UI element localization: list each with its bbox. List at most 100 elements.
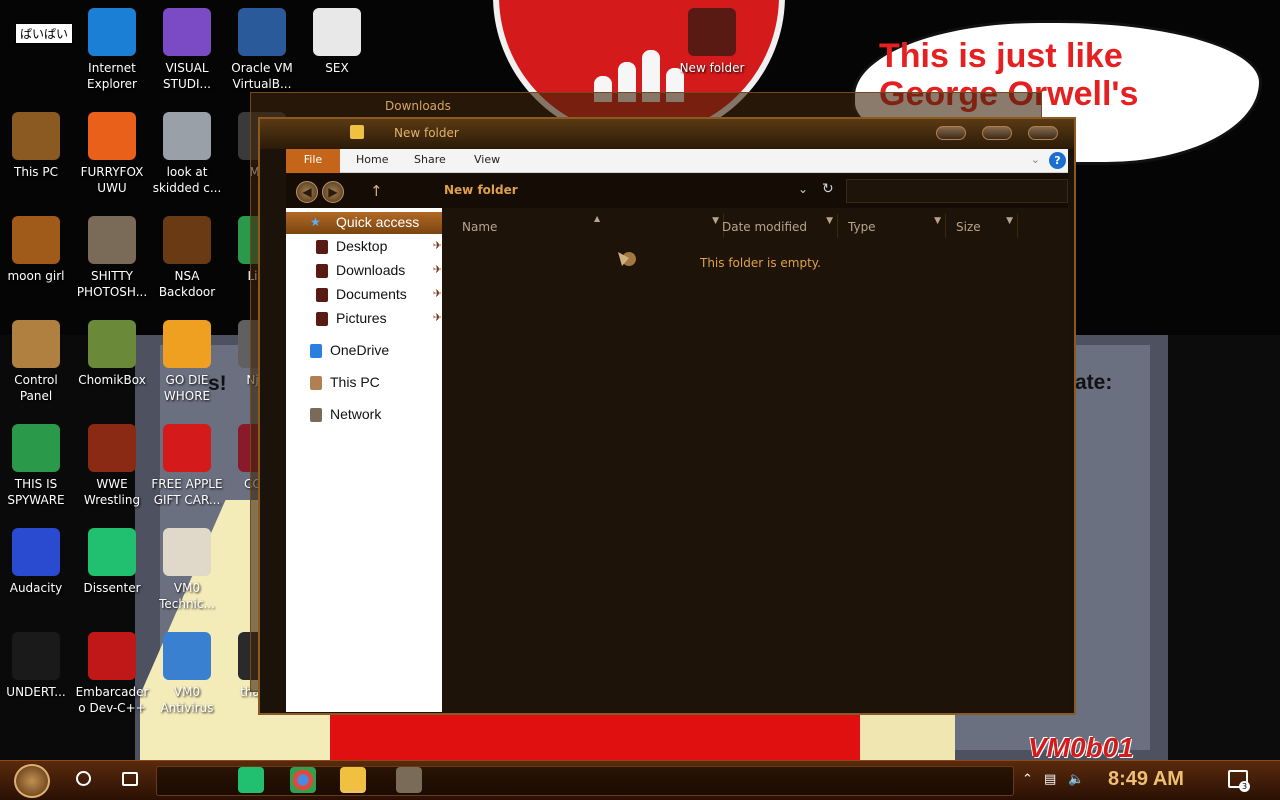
tab-home[interactable]: Home	[356, 153, 388, 166]
wallpaper-right	[1168, 335, 1280, 760]
nav-item-label: This PC	[330, 374, 380, 390]
folder-icon	[688, 8, 736, 56]
nav-item-network[interactable]: Network	[286, 404, 442, 426]
desktop-icon[interactable]: SEX	[299, 8, 375, 76]
nav-item-label: Network	[330, 406, 382, 422]
cloud-icon	[310, 344, 322, 358]
desktop-icon[interactable]: This PC	[0, 112, 74, 180]
desktop-icon[interactable]: FREE APPLE GIFT CAR...	[149, 424, 225, 508]
network-icon	[310, 408, 322, 422]
up-arrow-icon[interactable]: ↑	[370, 182, 383, 200]
desktop-icon[interactable]: WWE Wrestling	[74, 424, 150, 508]
nav-item-quick-access[interactable]: ★ Quick access	[286, 212, 442, 234]
task-view-icon[interactable]	[122, 772, 138, 786]
window-title: New folder	[394, 126, 459, 140]
name-tag: ぱいぱい	[15, 23, 74, 44]
column-header-type[interactable]: Type ▼	[840, 214, 946, 238]
desktop-icon[interactable]: Dissenter	[74, 528, 150, 596]
dissenter-taskbar-icon[interactable]	[238, 767, 264, 793]
help-button[interactable]: ?	[1049, 152, 1066, 169]
start-button[interactable]	[14, 764, 50, 798]
nav-item-label: Quick access	[336, 214, 420, 230]
back-button[interactable]: ◀	[296, 181, 318, 203]
desktop-icon-label: WWE Wrestling	[83, 477, 141, 507]
gimp-taskbar-icon[interactable]	[396, 767, 422, 793]
chat-icon	[88, 528, 136, 576]
wallpaper-red-shirt	[330, 712, 860, 760]
desktop-icon-label: GO DIE WHORE	[163, 373, 211, 403]
tray-expand-icon[interactable]: ⌃	[1022, 772, 1033, 787]
desktop-icon[interactable]: FURRYFOX UWU	[74, 112, 150, 196]
chrome-taskbar-icon[interactable]	[290, 767, 316, 793]
ribbon-collapse-icon[interactable]: ⌄	[1031, 153, 1040, 166]
file-list[interactable]: ▲ Name ▼ Date modified ▼ Type ▼ Size ▼ T…	[442, 208, 1068, 712]
desktop-icon[interactable]: New folder	[674, 8, 750, 76]
explorer-window[interactable]: New folder File Home Share View ⌄ ? ◀ ▶ …	[258, 117, 1076, 715]
navigation-pane: ★ Quick access Desktop ✈ Downloads ✈ Documents…	[286, 208, 442, 712]
nav-item-label: Documents	[336, 286, 407, 302]
maximize-button[interactable]	[982, 126, 1012, 140]
files-icon	[163, 112, 211, 160]
notification-count-badge: 3	[1239, 781, 1250, 792]
desktop-icon[interactable]: Control Panel	[0, 320, 74, 404]
desktop-icon[interactable]: NSA Backdoor	[149, 216, 225, 300]
desktop-icon[interactable]: Internet Explorer	[74, 8, 150, 92]
search-input[interactable]	[846, 179, 1068, 203]
desktop-icon[interactable]: GO DIE WHORE	[149, 320, 225, 404]
desktop-icon[interactable]: VISUAL STUDI...	[149, 8, 225, 92]
folder-icon	[316, 312, 328, 326]
desktop-icon-label: Embarcadero Dev-C++	[75, 685, 149, 715]
tab-view[interactable]: View	[474, 153, 500, 166]
tab-share[interactable]: Share	[414, 153, 446, 166]
nav-item-label: Downloads	[336, 262, 406, 278]
nav-item-this-pc[interactable]: This PC	[286, 372, 442, 394]
desktop-icon[interactable]: Embarcadero Dev-C++	[74, 632, 150, 716]
pin-icon[interactable]: ✈	[433, 263, 442, 276]
desktop-icon[interactable]: Oracle VM VirtualB...	[224, 8, 300, 92]
volume-muted-icon[interactable]: 🔈	[1068, 772, 1084, 787]
address-dropdown-icon[interactable]: ⌄	[798, 182, 808, 196]
nav-item-onedrive[interactable]: OneDrive	[286, 340, 442, 362]
box-icon	[12, 216, 60, 264]
desktop-icon[interactable]: look at skidded c...	[149, 112, 225, 196]
desktop-icon-label: ChomikBox	[78, 373, 146, 387]
nav-item-label: Pictures	[336, 310, 387, 326]
folder-icon	[350, 125, 364, 139]
minimize-button[interactable]	[936, 126, 966, 140]
desktop-icon[interactable]: Audacity	[0, 528, 74, 596]
clock[interactable]: 8:49 AM	[1108, 768, 1184, 791]
desktop-icon[interactable]: SHITTY PHOTOSH...	[74, 216, 150, 300]
title-bar[interactable]: New folder	[260, 119, 1074, 149]
column-header-size[interactable]: Size ▼	[948, 214, 1018, 238]
chrome-icon	[12, 424, 60, 472]
tab-file[interactable]: File	[286, 149, 340, 173]
search-icon[interactable]	[76, 771, 91, 786]
nav-item-downloads[interactable]: Downloads ✈	[286, 260, 442, 282]
browser-icon	[88, 8, 136, 56]
hamster-icon	[88, 320, 136, 368]
network-icon[interactable]: ▤	[1044, 772, 1056, 787]
pin-icon[interactable]: ✈	[433, 239, 442, 252]
sort-up-icon: ▲	[594, 214, 601, 223]
file-explorer-taskbar-icon[interactable]	[340, 767, 366, 793]
pin-icon[interactable]: ✈	[433, 287, 442, 300]
nav-item-documents[interactable]: Documents ✈	[286, 284, 442, 306]
desktop-icon[interactable]: moon girl	[0, 216, 74, 284]
column-header-name[interactable]: ▲ Name ▼	[454, 214, 724, 238]
nav-item-pictures[interactable]: Pictures ✈	[286, 308, 442, 330]
cabinet-icon	[88, 424, 136, 472]
unity-icon	[12, 632, 60, 680]
refresh-icon[interactable]: ↻	[822, 181, 834, 197]
column-header-date[interactable]: Date modified ▼	[714, 214, 838, 238]
forward-button[interactable]: ▶	[322, 181, 344, 203]
pin-icon[interactable]: ✈	[433, 311, 442, 324]
desktop-icon[interactable]: THIS IS SPYWARE	[0, 424, 74, 508]
desktop-icon[interactable]: ChomikBox	[74, 320, 150, 388]
desktop-icon[interactable]: VM0 Antivirus	[149, 632, 225, 716]
de-icon	[163, 320, 211, 368]
nav-item-desktop[interactable]: Desktop ✈	[286, 236, 442, 258]
address-bar-path[interactable]: New folder	[444, 183, 518, 197]
desktop-icon[interactable]: VM0 Technic...	[149, 528, 225, 612]
close-button[interactable]	[1028, 126, 1058, 140]
desktop-icon[interactable]: UNDERT...	[0, 632, 74, 700]
